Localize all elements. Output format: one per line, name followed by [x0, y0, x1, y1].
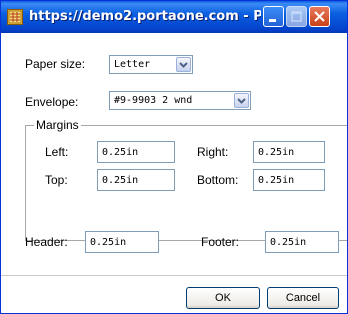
- header-value: 0.25in: [90, 237, 127, 248]
- right-margin-input[interactable]: 0.25in: [253, 141, 325, 163]
- dialog-window: https://demo2.portaone.com - Porta... Pa…: [0, 0, 348, 314]
- minimize-button[interactable]: [263, 6, 284, 27]
- bottom-margin-input[interactable]: 0.25in: [253, 169, 325, 191]
- chevron-down-icon: [179, 62, 188, 68]
- maximize-button[interactable]: [286, 6, 307, 27]
- bottom-margin-value: 0.25in: [258, 175, 295, 186]
- footer-label: Footer:: [201, 235, 240, 249]
- right-margin-value: 0.25in: [258, 147, 295, 158]
- chevron-down-icon: [237, 98, 246, 104]
- paper-size-label: Paper size:: [25, 57, 86, 71]
- minimize-icon: [269, 19, 276, 22]
- left-margin-input[interactable]: 0.25in: [97, 141, 175, 163]
- margins-legend: Margins: [34, 118, 81, 132]
- envelope-value: #9-9903 2 wnd: [114, 95, 193, 106]
- close-button[interactable]: [309, 6, 330, 27]
- paper-size-value: Letter: [114, 59, 151, 70]
- top-margin-input[interactable]: 0.25in: [97, 169, 175, 191]
- dialog-body: Paper size: Letter Envelope: #9-9903 2 w…: [1, 33, 347, 313]
- cancel-button[interactable]: Cancel: [267, 287, 339, 309]
- close-icon: [314, 11, 325, 22]
- footer-input[interactable]: 0.25in: [265, 231, 339, 253]
- top-margin-value: 0.25in: [102, 175, 139, 186]
- maximize-icon: [291, 11, 302, 22]
- left-margin-label: Left:: [45, 145, 69, 159]
- footer-value: 0.25in: [270, 237, 307, 248]
- bottom-margin-label: Bottom:: [197, 173, 239, 187]
- window-title: https://demo2.portaone.com - Porta...: [29, 9, 261, 24]
- paper-size-dropdown-button[interactable]: [176, 57, 191, 72]
- envelope-select[interactable]: #9-9903 2 wnd: [109, 91, 251, 110]
- envelope-dropdown-button[interactable]: [234, 93, 249, 108]
- envelope-label: Envelope:: [25, 95, 79, 109]
- button-separator: [1, 275, 347, 276]
- header-input[interactable]: 0.25in: [85, 231, 159, 253]
- top-margin-label: Top:: [45, 173, 68, 187]
- paper-size-select[interactable]: Letter: [109, 55, 193, 74]
- ok-button[interactable]: OK: [186, 287, 260, 309]
- application-icon: [7, 9, 23, 25]
- right-margin-label: Right:: [197, 145, 229, 159]
- title-bar[interactable]: https://demo2.portaone.com - Porta...: [1, 1, 347, 33]
- header-label: Header:: [25, 235, 68, 249]
- left-margin-value: 0.25in: [102, 147, 139, 158]
